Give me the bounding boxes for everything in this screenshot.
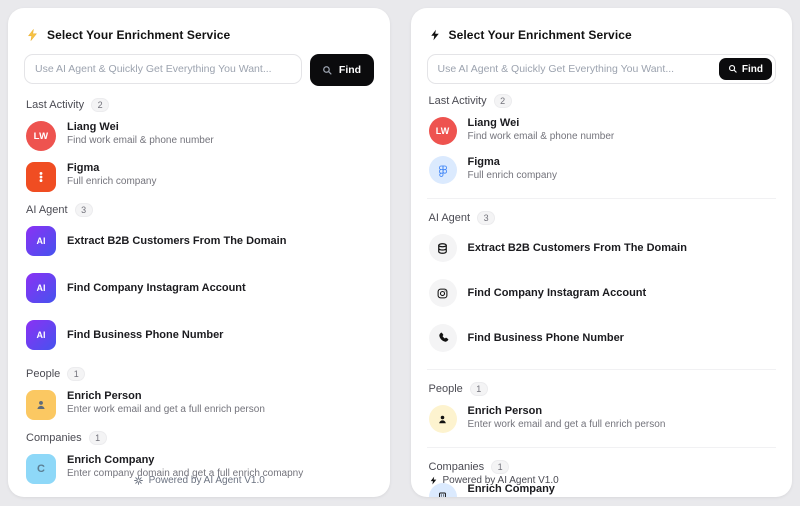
enrichment-panel-right: Select Your Enrichment Service Find Last… xyxy=(411,8,793,497)
section-count-badge: 2 xyxy=(494,94,512,108)
item-title: Find Business Phone Number xyxy=(67,329,223,341)
list-item-phone[interactable]: Find Business Phone Number xyxy=(429,324,777,352)
section-companies: Companies 1 xyxy=(429,460,777,474)
section-count-badge: 2 xyxy=(91,98,109,112)
panel-title: Select Your Enrichment Service xyxy=(449,28,632,42)
list-item-instagram[interactable]: AI Find Company Instagram Account xyxy=(26,273,374,303)
lightning-bolt-icon xyxy=(429,28,441,42)
item-title: Enrich Company xyxy=(67,454,303,466)
item-title: Extract B2B Customers From The Domain xyxy=(468,242,687,254)
list-item-figma[interactable]: Figma Full enrich company xyxy=(429,156,777,184)
section-label: AI Agent xyxy=(429,212,471,224)
ai-agent-icon: AI xyxy=(26,226,56,256)
list-item-extract-b2b[interactable]: AI Extract B2B Customers From The Domain xyxy=(26,226,374,256)
list-item-instagram[interactable]: Find Company Instagram Account xyxy=(429,279,777,307)
panel-header: Select Your Enrichment Service xyxy=(26,28,374,42)
section-label: Last Activity xyxy=(429,95,487,107)
list-item-enrich-person[interactable]: Enrich Person Enter work email and get a… xyxy=(429,405,777,433)
panel-header: Select Your Enrichment Service xyxy=(429,28,777,42)
section-count-badge: 1 xyxy=(67,367,85,381)
item-subtitle: Full enrich company xyxy=(67,176,156,187)
item-title: Find Company Instagram Account xyxy=(468,287,647,299)
enrichment-panel-left: Select Your Enrichment Service Find Last… xyxy=(8,8,390,497)
section-label: People xyxy=(429,383,463,395)
item-title: Figma xyxy=(468,156,557,168)
footer: Powered by AI Agent V1.0 xyxy=(8,475,390,486)
section-divider xyxy=(427,198,777,199)
section-divider xyxy=(427,369,777,370)
find-button-label: Find xyxy=(339,64,361,76)
search-icon xyxy=(728,64,738,74)
search-icon xyxy=(322,65,333,76)
avatar: LW xyxy=(26,121,56,151)
instagram-icon xyxy=(429,279,457,307)
item-subtitle: Full enrich company xyxy=(468,170,557,181)
item-subtitle: Find work email & phone number xyxy=(468,131,615,142)
item-title: Enrich Person xyxy=(468,405,666,417)
search-bar: Find xyxy=(24,54,374,86)
database-icon xyxy=(429,234,457,262)
find-button[interactable]: Find xyxy=(719,58,772,80)
avatar: LW xyxy=(429,117,457,145)
section-count-badge: 3 xyxy=(75,203,93,217)
item-title: Enrich Person xyxy=(67,390,265,402)
list-item-enrich-person[interactable]: Enrich Person Enter work email and get a… xyxy=(26,390,374,420)
list-item-liang-wei[interactable]: LW Liang Wei Find work email & phone num… xyxy=(429,117,777,145)
gear-icon xyxy=(133,475,144,486)
section-count-badge: 1 xyxy=(491,460,509,474)
ai-agent-icon: AI xyxy=(26,273,56,303)
footer: Powered by AI Agent V1.0 xyxy=(429,475,559,486)
panel-title: Select Your Enrichment Service xyxy=(47,28,230,42)
section-people: People 1 xyxy=(429,382,777,396)
item-subtitle: Find work email & phone number xyxy=(67,135,214,146)
item-title: Liang Wei xyxy=(468,117,615,129)
list-item-phone[interactable]: AI Find Business Phone Number xyxy=(26,320,374,350)
lightning-bolt-icon xyxy=(26,28,39,42)
section-count-badge: 1 xyxy=(89,431,107,445)
find-button[interactable]: Find xyxy=(310,54,374,86)
person-icon xyxy=(26,390,56,420)
person-icon xyxy=(429,405,457,433)
section-count-badge: 3 xyxy=(477,211,495,225)
search-bar: Find xyxy=(427,54,777,84)
section-label: AI Agent xyxy=(26,204,68,216)
item-title: Extract B2B Customers From The Domain xyxy=(67,235,286,247)
section-last-activity: Last Activity 2 xyxy=(26,98,374,112)
page-background: Select Your Enrichment Service Find Last… xyxy=(0,0,800,506)
section-people: People 1 xyxy=(26,367,374,381)
item-title: Liang Wei xyxy=(67,121,214,133)
section-label: Last Activity xyxy=(26,99,84,111)
list-item-extract-b2b[interactable]: Extract B2B Customers From The Domain xyxy=(429,234,777,262)
list-item-liang-wei[interactable]: LW Liang Wei Find work email & phone num… xyxy=(26,121,374,151)
section-companies: Companies 1 xyxy=(26,431,374,445)
item-subtitle: Enter work email and get a full enrich p… xyxy=(67,404,265,415)
item-title: Figma xyxy=(67,162,156,174)
section-label: People xyxy=(26,368,60,380)
item-subtitle: Enter work email and get a full enrich p… xyxy=(468,419,666,430)
footer-text: Powered by AI Agent V1.0 xyxy=(443,475,559,486)
ai-agent-icon: AI xyxy=(26,320,56,350)
figma-icon xyxy=(26,162,56,192)
item-title: Find Business Phone Number xyxy=(468,332,624,344)
footer-text: Powered by AI Agent V1.0 xyxy=(149,475,265,486)
lightning-bolt-icon xyxy=(429,475,438,486)
section-label: Companies xyxy=(429,461,485,473)
phone-icon xyxy=(429,324,457,352)
item-title: Find Company Instagram Account xyxy=(67,282,246,294)
find-button-label: Find xyxy=(742,64,763,75)
section-ai-agent: AI Agent 3 xyxy=(429,211,777,225)
section-ai-agent: AI Agent 3 xyxy=(26,203,374,217)
search-input[interactable] xyxy=(24,54,302,84)
section-last-activity: Last Activity 2 xyxy=(429,94,777,108)
section-divider xyxy=(427,447,777,448)
figma-icon xyxy=(429,156,457,184)
section-count-badge: 1 xyxy=(470,382,488,396)
section-label: Companies xyxy=(26,432,82,444)
list-item-figma[interactable]: Figma Full enrich company xyxy=(26,162,374,192)
